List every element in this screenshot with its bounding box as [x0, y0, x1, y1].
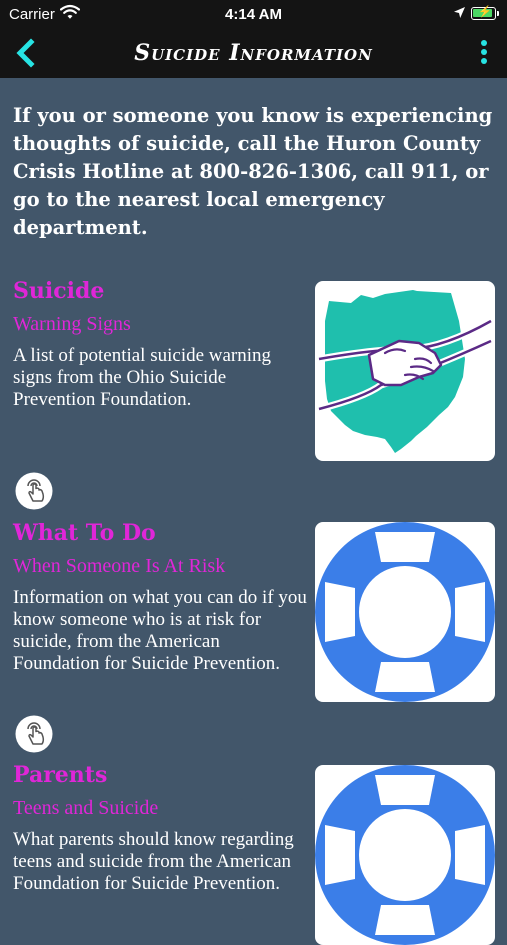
life-preserver-icon — [315, 765, 495, 945]
more-dot — [481, 49, 487, 55]
card-description: What parents should know regarding teens… — [13, 829, 294, 894]
tap-hand-icon[interactable] — [15, 715, 53, 753]
card-title: Suicide — [13, 278, 105, 304]
card-description: A list of potential suicide warning sign… — [13, 345, 272, 410]
battery-icon: ⚡ — [471, 6, 496, 20]
crisis-hotline-notice: If you or someone you know is experienci… — [13, 104, 493, 239]
card-subtitle: When Someone Is At Risk — [13, 555, 226, 577]
card-image[interactable] — [315, 522, 495, 702]
more-options-button[interactable] — [472, 38, 496, 68]
page-title: Suicide Information — [134, 40, 373, 66]
more-vertical-icon — [481, 40, 487, 46]
more-dot — [481, 58, 487, 64]
clock: 4:14 AM — [225, 6, 282, 23]
card-subtitle: Warning Signs — [13, 313, 131, 335]
card-title: What To Do — [13, 520, 156, 546]
ohio-handshake-icon — [318, 290, 493, 453]
card-description: Information on what you can do if you kn… — [13, 587, 307, 674]
battery-tip — [497, 11, 499, 16]
status-bar: Carrier 4:14 AM ⚡ — [0, 0, 507, 30]
tap-hand-icon[interactable] — [15, 472, 53, 510]
life-preserver-icon — [315, 522, 495, 702]
card-title: Parents — [13, 762, 108, 788]
card-image[interactable] — [315, 765, 495, 945]
location-arrow-icon — [453, 6, 466, 23]
card-subtitle: Teens and Suicide — [13, 797, 159, 819]
card-image[interactable] — [315, 281, 495, 461]
nav-bar: Suicide Information — [0, 30, 507, 78]
